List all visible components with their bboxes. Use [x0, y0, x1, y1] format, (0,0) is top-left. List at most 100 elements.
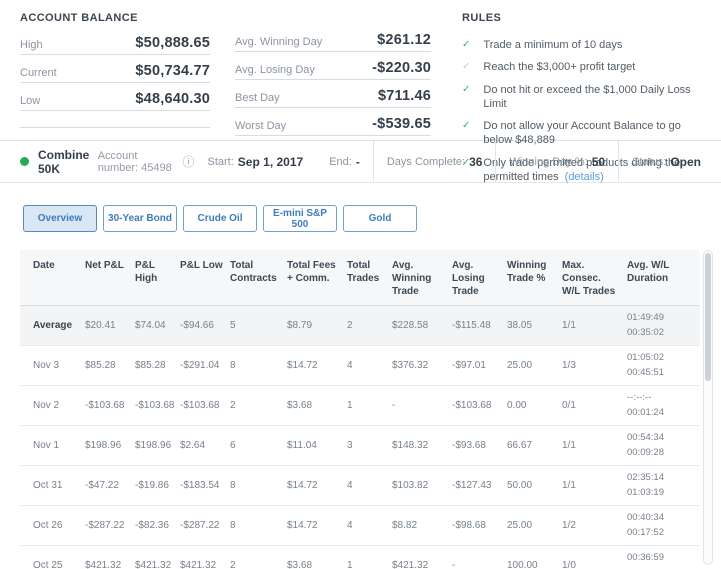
daily-stats-table: Date Net P&L P&L High P&L Low Total Contract… [20, 250, 700, 569]
account-stat-status: Status: Open [618, 141, 701, 182]
day-stats-panel: Avg. Winning Day $261.12 Avg. Losing Day -$… [235, 8, 431, 140]
cell: $3.68 [287, 560, 313, 569]
cell: 3 [347, 440, 353, 451]
account-stat-value: Open [670, 154, 701, 169]
cell-date: Oct 31 [33, 480, 63, 491]
cell: $8.79 [287, 320, 313, 331]
cell: $14.72 [287, 520, 318, 531]
stat-label: Current [20, 67, 57, 79]
account-stat-value: - [355, 154, 360, 169]
account-number-value: 45498 [141, 161, 172, 174]
cell: -$103.68 [85, 400, 125, 411]
duration-win: 00:36:59 [627, 552, 664, 564]
table-body: Average $20.41 $74.04 -$94.66 5 $8.79 2 $228.58… [20, 306, 700, 569]
account-stat-label: Winning Day %: [509, 155, 588, 168]
cell: 4 [347, 480, 353, 491]
column-header-max-consec-w-l-trades: Max. Consec. W/L Trades [562, 260, 616, 297]
duration-win: 02:35:14 [627, 472, 664, 484]
cell: -$287.22 [180, 520, 220, 531]
cell-date: Nov 3 [33, 360, 60, 371]
table-row: Oct 25 $421.32 $421.32 $421.32 2 $3.68 1 $421.3… [20, 546, 700, 569]
cell: 66.67 [507, 440, 533, 451]
cell: -$287.22 [85, 520, 125, 531]
tab-e-mini-s-p-500[interactable]: E-mini S&P 500 [263, 205, 337, 232]
tab-gold[interactable]: Gold [343, 205, 417, 232]
cell: 25.00 [507, 520, 533, 531]
stat-value: $48,640.30 [135, 91, 210, 107]
scrollbar[interactable] [703, 250, 713, 565]
cell: 8 [230, 520, 236, 531]
cell: $20.41 [85, 320, 116, 331]
cell: $198.96 [135, 440, 172, 451]
account-stat-end: End: - [316, 141, 373, 182]
tab-crude-oil[interactable]: Crude Oil [183, 205, 257, 232]
rule-text: Trade a minimum of 10 days [483, 39, 623, 51]
cell-duration: 00:54:34 00:09:28 [627, 431, 700, 460]
cell: $228.58 [392, 320, 429, 331]
cell: 1/3 [562, 360, 576, 371]
stat-label: Low [20, 95, 41, 107]
table-row: Nov 2 -$103.68 -$103.68 -$103.68 2 $3.68 1 - -$1… [20, 386, 700, 426]
column-header-p-l-low: P&L Low [180, 260, 223, 271]
stat-label: Avg. Losing Day [235, 64, 315, 76]
column-header-total-trades: Total Trades [347, 260, 380, 284]
table-row: Nov 3 $85.28 $85.28 -$291.04 8 $14.72 4 $376.32… [20, 346, 700, 386]
cell: 100.00 [507, 560, 538, 569]
day-stats-rows: Avg. Winning Day $261.12 Avg. Losing Day -$… [235, 24, 431, 136]
cell: 1 [347, 560, 353, 569]
scrollbar-thumb[interactable] [705, 253, 711, 381]
table-row: Average $20.41 $74.04 -$94.66 5 $8.79 2 $228.58… [20, 306, 700, 346]
cell: -$127.43 [452, 480, 492, 491]
table-header-row: Date Net P&L P&L High P&L Low Total Contract… [20, 250, 700, 306]
column-header-avg-winning-trade: Avg. Winning Trade [392, 260, 432, 297]
stat-label: Best Day [235, 92, 280, 104]
cell: -$19.86 [135, 480, 169, 491]
stat-row: Worst Day -$539.65 [235, 108, 431, 136]
stat-label: High [20, 39, 43, 51]
duration-loss: 00:17:52 [627, 526, 664, 538]
cell: $421.32 [135, 560, 172, 569]
duration-loss: 00:45:51 [627, 366, 664, 378]
cell: $421.32 [392, 560, 429, 569]
cell: $74.04 [135, 320, 166, 331]
stat-label: Avg. Winning Day [235, 36, 323, 48]
cell: 1/1 [562, 480, 576, 491]
cell: 4 [347, 360, 353, 371]
stats-section: ACCOUNT BALANCE High $50,888.65 Current $50… [0, 0, 721, 183]
info-icon[interactable]: ⓘ [182, 153, 194, 170]
stat-value: $50,888.65 [135, 35, 210, 51]
cell: -$47.22 [85, 480, 119, 491]
tab-overview[interactable]: Overview [23, 205, 97, 232]
table-row: Nov 1 $198.96 $198.96 $2.64 6 $11.04 3 $148.32 -… [20, 426, 700, 466]
cell-duration: 01:05:02 00:45:51 [627, 351, 700, 380]
cell: 0.00 [507, 400, 527, 411]
column-header-p-l-high: P&L High [135, 260, 158, 284]
cell: $421.32 [85, 560, 122, 569]
stat-row: Low $48,640.30 [20, 83, 210, 111]
column-header-net-p-l: Net P&L [85, 260, 124, 271]
cell: 8 [230, 480, 236, 491]
cell: 2 [347, 320, 353, 331]
stat-row: Avg. Losing Day -$220.30 [235, 52, 431, 80]
cell: $376.32 [392, 360, 429, 371]
check-icon: ✓ [462, 61, 471, 73]
tab-30-year-bond[interactable]: 30-Year Bond [103, 205, 177, 232]
account-balance-panel: ACCOUNT BALANCE High $50,888.65 Current $50… [20, 8, 210, 140]
account-balance-rows: High $50,888.65 Current $50,734.77 Low $48,64… [20, 27, 210, 128]
cell: 2 [230, 400, 236, 411]
cell: 2 [230, 560, 236, 569]
stat-value: $711.46 [377, 88, 431, 104]
account-stats: Start: Sep 1, 2017 End: - Days Complete: 36 Wi… [195, 141, 701, 182]
cell-date: Average [33, 320, 73, 331]
rule-text: Do not hit or exceed the $1,000 Daily Lo… [483, 83, 691, 110]
duration-win: --:--:-- [627, 392, 652, 404]
cell: -$103.68 [135, 400, 175, 411]
cell: $14.72 [287, 360, 318, 371]
cell: 1 [347, 400, 353, 411]
cell-date: Nov 1 [33, 440, 60, 451]
account-status-dot-icon [20, 157, 29, 166]
duration-loss: 00:35:02 [627, 326, 664, 338]
cell: -$103.68 [180, 400, 220, 411]
table-row: Oct 31 -$47.22 -$19.86 -$183.54 8 $14.72 4 $103… [20, 466, 700, 506]
rules-title: RULES [462, 12, 502, 24]
